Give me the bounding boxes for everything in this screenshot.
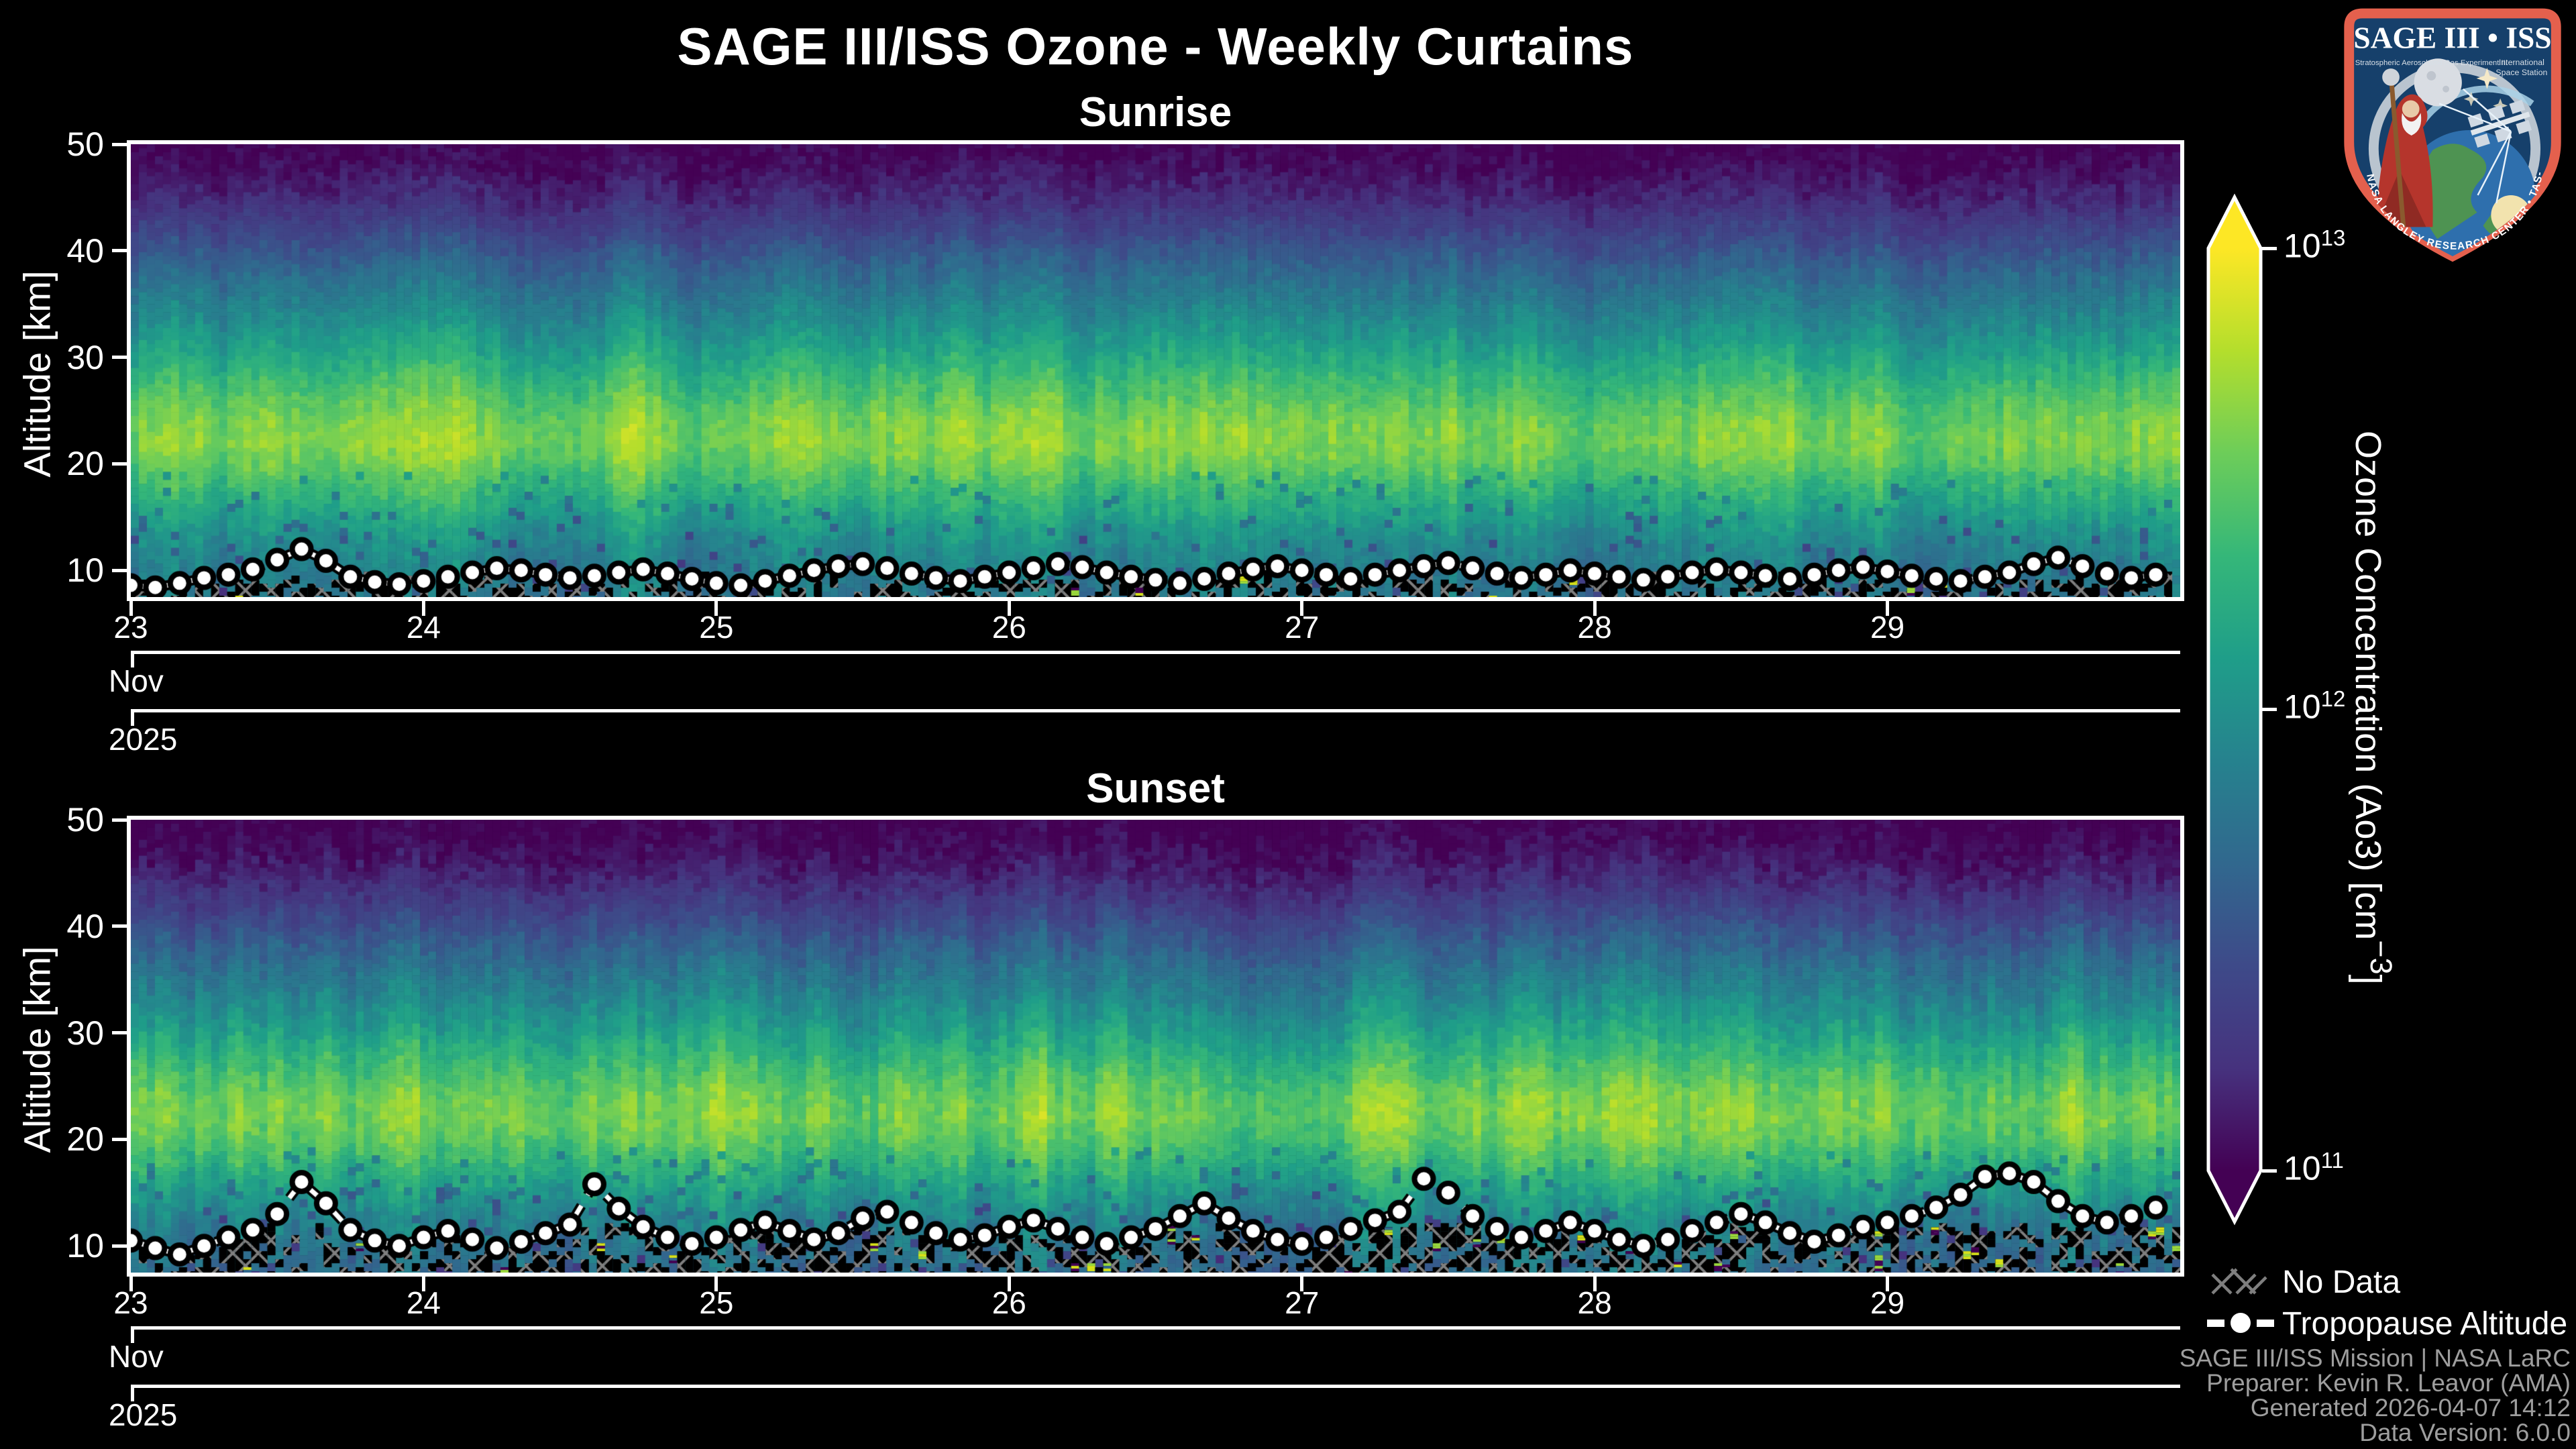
y-tick-mark bbox=[112, 249, 128, 252]
attribution-line: Generated 2026-04-07 14:12 bbox=[1945, 1395, 2571, 1420]
x-tick-label-day: 27 bbox=[1262, 609, 1342, 645]
colorbar-tick-mark bbox=[2262, 1169, 2277, 1173]
legend-no-data-label: No Data bbox=[2282, 1264, 2400, 1301]
x-tick-label-day: 28 bbox=[1554, 609, 1635, 645]
y-tick-mark bbox=[112, 569, 128, 572]
y-tick-mark bbox=[112, 356, 128, 359]
sunset-panel bbox=[127, 816, 2184, 1277]
year-label: 2025 bbox=[109, 1397, 177, 1433]
colorbar bbox=[2204, 193, 2265, 1226]
month-axis-line bbox=[131, 1326, 2180, 1330]
x-tick-label-day: 27 bbox=[1262, 1285, 1342, 1321]
logo-subtitle-right-2: Space Station bbox=[2496, 68, 2547, 77]
x-tick-label-day: 26 bbox=[969, 609, 1049, 645]
year-label: 2025 bbox=[109, 721, 177, 757]
logo-moon-crater bbox=[2426, 71, 2436, 80]
logo-subtitle-right-1: International bbox=[2499, 58, 2544, 67]
attribution: SAGE III/ISS Mission | NASA LaRCPreparer… bbox=[1945, 1346, 2571, 1445]
sunrise-heatmap-canvas bbox=[131, 144, 2180, 597]
x-tick-label-day: 25 bbox=[676, 609, 757, 645]
logo-subtitle-left: Stratospheric Aerosol and Gas Experiment… bbox=[2355, 59, 2508, 67]
year-axis-line bbox=[131, 1385, 2180, 1388]
x-tick-label-day: 23 bbox=[91, 609, 171, 645]
y-tick-mark bbox=[112, 143, 128, 146]
x-tick-label-day: 26 bbox=[969, 1285, 1049, 1321]
subtitle-sunrise: Sunrise bbox=[131, 89, 2180, 136]
colorbar-label-suffix: ] bbox=[2348, 975, 2388, 985]
x-tick-label-day: 29 bbox=[1847, 609, 1928, 645]
y-tick-label: 20 bbox=[10, 447, 104, 480]
colorbar-tick-mark bbox=[2262, 247, 2277, 250]
y-tick-label: 50 bbox=[10, 127, 104, 161]
y-tick-mark bbox=[112, 1031, 128, 1034]
x-tick-label-day: 23 bbox=[91, 1285, 171, 1321]
y-tick-label: 30 bbox=[10, 341, 104, 374]
y-tick-label: 10 bbox=[10, 553, 104, 587]
logo-title: SAGE III • ISS bbox=[2353, 20, 2551, 54]
y-tick-mark bbox=[112, 1138, 128, 1141]
colorbar-tick-label: 1011 bbox=[2284, 1148, 2344, 1188]
colorbar-axis-label: Ozone Concentration (Ao3) [cm−3] bbox=[2343, 245, 2403, 1171]
colorbar-tick-label: 1013 bbox=[2284, 225, 2345, 266]
x-tick-label-day: 29 bbox=[1847, 1285, 1928, 1321]
attribution-line: SAGE III/ISS Mission | NASA LaRC bbox=[1945, 1346, 2571, 1371]
no-data-hatch-swatch bbox=[2211, 1264, 2267, 1299]
sunset-heatmap-canvas bbox=[131, 820, 2180, 1273]
x-tick-label-day: 28 bbox=[1554, 1285, 1635, 1321]
x-tick-label-day: 24 bbox=[383, 1285, 464, 1321]
year-axis-line bbox=[131, 709, 2180, 712]
y-tick-label: 40 bbox=[10, 910, 104, 943]
x-tick-label-day: 25 bbox=[676, 1285, 757, 1321]
figure-title: SAGE III/ISS Ozone - Weekly Curtains bbox=[131, 16, 2180, 77]
y-tick-label: 20 bbox=[10, 1122, 104, 1156]
month-label: Nov bbox=[109, 663, 164, 699]
colorbar-gradient-bar bbox=[2208, 197, 2261, 1222]
y-tick-label: 30 bbox=[10, 1016, 104, 1050]
colorbar-tick-mark bbox=[2262, 708, 2277, 711]
y-tick-label: 50 bbox=[10, 803, 104, 837]
attribution-line: Preparer: Kevin R. Leavor (AMA) bbox=[1945, 1371, 2571, 1395]
legend-tropopause-label: Tropopause Altitude bbox=[2282, 1305, 2567, 1342]
colorbar-label-text: Ozone Concentration (Ao3) [cm bbox=[2348, 431, 2388, 940]
x-tick-label-day: 24 bbox=[383, 609, 464, 645]
colorbar-label-sup: −3 bbox=[2364, 941, 2398, 975]
month-label: Nov bbox=[109, 1338, 164, 1375]
y-tick-label: 40 bbox=[10, 234, 104, 268]
month-axis-line bbox=[131, 651, 2180, 654]
y-tick-label: 10 bbox=[10, 1229, 104, 1263]
tropopause-legend-symbol bbox=[2207, 1307, 2274, 1339]
logo-moon-crater bbox=[2443, 86, 2449, 93]
attribution-line: Data Version: 6.0.0 bbox=[1945, 1420, 2571, 1445]
sage-iii-iss-mission-logo: SAGE III • ISS Stratospheric Aerosol and… bbox=[2333, 4, 2572, 263]
subtitle-sunset: Sunset bbox=[131, 765, 2180, 812]
colorbar-tick-label: 1012 bbox=[2284, 686, 2345, 727]
y-tick-mark bbox=[112, 818, 128, 822]
y-tick-mark bbox=[112, 924, 128, 928]
y-tick-mark bbox=[112, 462, 128, 466]
y-tick-mark bbox=[112, 1244, 128, 1248]
sunrise-panel bbox=[127, 140, 2184, 601]
